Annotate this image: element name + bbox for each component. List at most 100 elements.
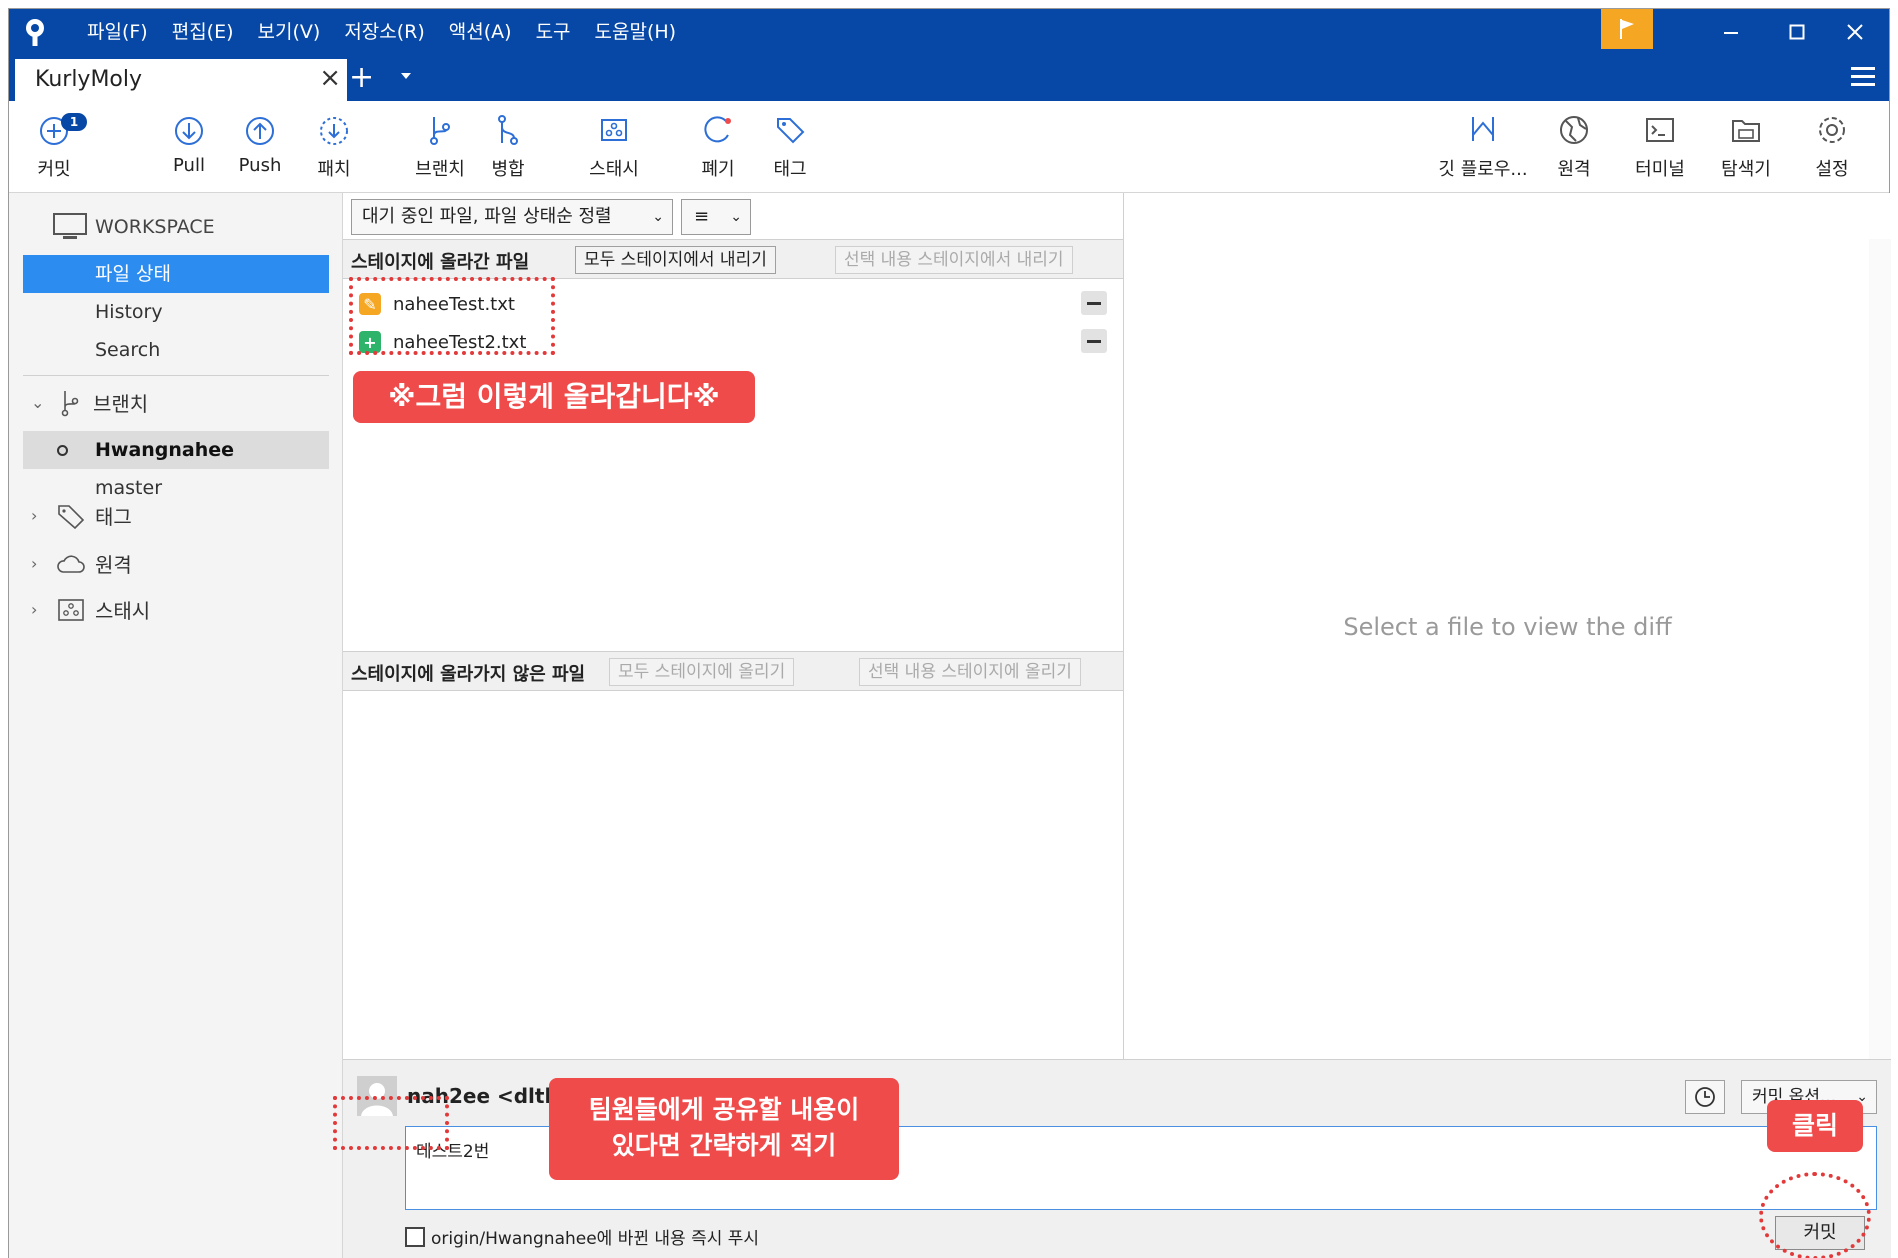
- sourcetree-logo-icon: [26, 19, 44, 46]
- tab-dropdown-icon[interactable]: [399, 71, 413, 81]
- terminal-button[interactable]: 터미널: [1615, 109, 1705, 181]
- chevron-right-icon: ›: [31, 506, 38, 525]
- notification-flag-button[interactable]: [1601, 9, 1653, 49]
- stage-all-button[interactable]: 모두 스테이지에 올리기: [609, 658, 795, 686]
- remotes-label: 원격: [95, 553, 132, 577]
- tags-label: 태그: [95, 505, 132, 529]
- patch-icon: [320, 117, 348, 145]
- tag-icon: [58, 504, 85, 529]
- commit-tool-button[interactable]: 1 커밋: [9, 109, 99, 181]
- globe-icon: [1560, 116, 1588, 144]
- checkbox-box[interactable]: [405, 1226, 425, 1247]
- tab-close-icon[interactable]: ×: [319, 65, 341, 91]
- sidebar-group-branches[interactable]: ⌄ 브랜치: [31, 387, 148, 417]
- sidebar-item-search[interactable]: Search: [23, 331, 329, 369]
- callout-line: 있다면 간략하게 적기: [611, 1131, 837, 1160]
- tag-button[interactable]: 태그: [745, 109, 835, 181]
- commit-message-highlight: [333, 1096, 449, 1150]
- repo-tab-kurlymoly[interactable]: KurlyMoly ×: [15, 59, 347, 101]
- staged-files-callout: ※그럼 이렇게 올라갑니다※: [353, 371, 755, 423]
- menu-file[interactable]: 파일(F): [75, 19, 160, 45]
- branch-icon: [61, 391, 79, 417]
- stash-icon: [58, 598, 84, 621]
- sidebar-group-remotes[interactable]: › 원격: [31, 549, 132, 578]
- menu-help[interactable]: 도움말(H): [583, 19, 689, 45]
- close-window-button[interactable]: [1819, 9, 1891, 55]
- commit-tool-label: 커밋: [37, 159, 71, 180]
- chevron-right-icon: ›: [31, 600, 38, 619]
- main-toolbar: 1 커밋 Pull Push 패치 브랜치 병합 스태시 폐기 태그 깃 플로우…: [9, 101, 1889, 193]
- explorer-button[interactable]: 탐색기: [1701, 109, 1791, 181]
- branch-current-dot: [57, 445, 68, 456]
- discard-icon: [704, 116, 731, 143]
- commit-message-callout: 팀원들에게 공유할 내용이 있다면 간략하게 적기: [549, 1078, 899, 1180]
- sidebar-divider: [23, 375, 329, 376]
- tab-bar: KurlyMoly ×: [9, 55, 1889, 101]
- repo-tab-label: KurlyMoly: [35, 67, 143, 92]
- unstage-file-button[interactable]: [1081, 329, 1107, 353]
- merge-label: 병합: [491, 159, 525, 180]
- terminal-label: 터미널: [1635, 159, 1685, 180]
- unstaged-files-header: 스테이지에 올라가지 않은 파일 모두 스테이지에 올리기 선택 내용 스테이지…: [343, 651, 1123, 691]
- patch-label: 패치: [317, 159, 351, 180]
- minimize-button[interactable]: [1695, 9, 1767, 55]
- menu-view[interactable]: 보기(V): [246, 19, 333, 45]
- gitflow-label: 깃 플로우...: [1438, 159, 1528, 180]
- sidebar-item-file-status[interactable]: 파일 상태: [23, 255, 329, 293]
- push-icon: [246, 117, 274, 145]
- sidebar-group-stashes[interactable]: › 스태시: [31, 595, 150, 624]
- click-callout: 클릭: [1767, 1100, 1863, 1152]
- sort-filter-dropdown[interactable]: 대기 중인 파일, 파일 상태순 정렬 ⌄: [351, 199, 673, 235]
- minimize-icon: [1724, 32, 1738, 34]
- remote-button[interactable]: 원격: [1529, 109, 1619, 181]
- commit-button-highlight: [1759, 1172, 1871, 1258]
- unstage-file-button[interactable]: [1081, 291, 1107, 315]
- branches-label: 브랜치: [93, 391, 149, 416]
- monitor-icon: [53, 213, 87, 239]
- commit-history-button[interactable]: [1685, 1080, 1725, 1114]
- file-status-pane: 대기 중인 파일, 파일 상태순 정렬 ⌄ ≡ ⌄ 스테이지에 올라간 파일 모…: [343, 193, 1123, 1059]
- staged-files-highlight: [349, 277, 555, 355]
- callout-line: 팀원들에게 공유할 내용이: [588, 1095, 860, 1124]
- push-immediately-checkbox[interactable]: origin/Hwangnahee에 바뀐 내용 즉시 푸시: [405, 1224, 759, 1249]
- remote-label: 원격: [1557, 159, 1591, 180]
- terminal-icon: [1646, 118, 1674, 142]
- menu-tools[interactable]: 도구: [524, 19, 583, 45]
- unstaged-files-title: 스테이지에 올라가지 않은 파일: [351, 664, 586, 685]
- stashes-label: 스태시: [95, 599, 151, 623]
- chevron-down-icon: ⌄: [652, 209, 664, 225]
- menu-repository[interactable]: 저장소(R): [332, 19, 436, 45]
- unstage-selected-button[interactable]: 선택 내용 스테이지에서 내리기: [835, 246, 1073, 274]
- menu-bar: 파일(F) 편집(E) 보기(V) 저장소(R) 액션(A) 도구 도움말(H): [75, 19, 688, 45]
- stash-icon: [601, 119, 627, 141]
- sourcetree-window: 파일(F) 편집(E) 보기(V) 저장소(R) 액션(A) 도구 도움말(H)…: [8, 8, 1891, 1258]
- add-tab-button[interactable]: +: [349, 63, 374, 93]
- menu-actions[interactable]: 액션(A): [437, 19, 524, 45]
- view-mode-dropdown[interactable]: ≡ ⌄: [681, 199, 751, 235]
- stash-button[interactable]: 스태시: [569, 109, 659, 181]
- unstage-all-button[interactable]: 모두 스테이지에서 내리기: [575, 246, 776, 274]
- stage-selected-button[interactable]: 선택 내용 스테이지에 올리기: [859, 658, 1081, 686]
- workspace-header: WORKSPACE: [53, 213, 215, 241]
- hamburger-menu-icon[interactable]: [1851, 67, 1875, 87]
- push-immediately-label: origin/Hwangnahee에 바뀐 내용 즉시 푸시: [431, 1229, 760, 1249]
- menu-edit[interactable]: 편집(E): [160, 19, 246, 45]
- settings-button[interactable]: 설정: [1787, 109, 1877, 181]
- stash-label: 스태시: [589, 159, 639, 180]
- clock-icon: [1695, 1087, 1715, 1107]
- diff-scrollbar[interactable]: [1869, 239, 1891, 1059]
- sidebar-item-history[interactable]: History: [23, 293, 329, 331]
- diff-pane: Select a file to view the diff: [1123, 193, 1891, 1059]
- sidebar-group-tags[interactable]: › 태그: [31, 501, 132, 530]
- gitflow-icon: [1472, 117, 1494, 141]
- patch-button[interactable]: 패치: [289, 109, 379, 181]
- gitflow-button[interactable]: 깃 플로우...: [1433, 109, 1533, 181]
- tag-icon: [777, 118, 805, 144]
- branch-icon: [430, 117, 450, 145]
- staged-files-header: 스테이지에 올라간 파일 모두 스테이지에서 내리기 선택 내용 스테이지에서 …: [343, 239, 1123, 279]
- merge-button[interactable]: 병합: [463, 109, 553, 181]
- explorer-label: 탐색기: [1721, 159, 1771, 180]
- chevron-down-icon: ⌄: [31, 392, 45, 412]
- sidebar-branch-hwangnahee[interactable]: Hwangnahee: [23, 431, 329, 469]
- minus-icon: [1087, 339, 1101, 343]
